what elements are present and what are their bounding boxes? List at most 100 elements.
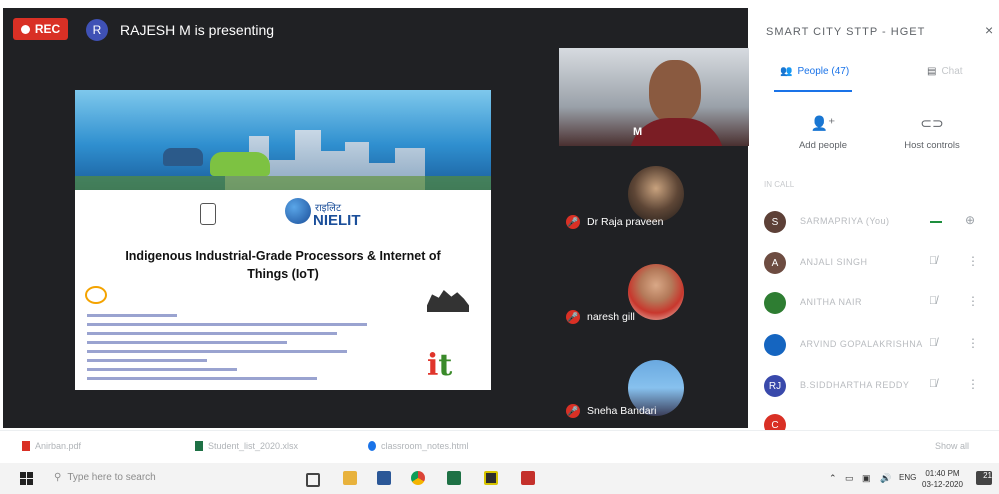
clock-date: 03-12-2020: [922, 480, 963, 489]
task-view-icon[interactable]: [306, 473, 320, 487]
vehicle-graphic: [163, 148, 203, 166]
download-filename: Anirban.pdf: [35, 441, 82, 451]
mic-off-icon: 🎙̸: [929, 337, 938, 349]
search-icon: ⚲: [54, 472, 62, 483]
host-controls-button[interactable]: ⊂⊃ Host controls: [887, 115, 977, 151]
slide-title-line2: Things (IoT): [247, 267, 319, 281]
network-icon[interactable]: ▣: [862, 473, 871, 484]
presentation-stage: REC R RAJESH M is presenting राइलिट NIEL…: [3, 8, 749, 428]
panel-title: SMART CITY STTP - HGET: [766, 26, 926, 38]
participant-row[interactable]: A ANJALI SINGH 🎙̸ ⋮: [752, 248, 999, 278]
slide-title: Indigenous Industrial-Grade Processors &…: [75, 247, 491, 283]
participant-avatar-naresh[interactable]: [628, 264, 684, 320]
nielit-logo-icon: [285, 198, 311, 224]
avatar: [764, 292, 786, 314]
more-options-icon[interactable]: ⋮: [967, 294, 979, 308]
digital-india-logo-icon: [85, 286, 107, 304]
clock-time: 01:40 PM: [925, 469, 960, 478]
tile-name-naresh: naresh gill: [587, 311, 635, 323]
mic-off-icon: 🎤: [566, 310, 580, 324]
volume-icon[interactable]: 🔊: [880, 473, 891, 484]
participant-row[interactable]: RJ B.SIDDHARTHA REDDY 🎙̸ ⋮: [752, 371, 999, 401]
section-label: IN CALL: [764, 180, 795, 189]
tile-label-m: M: [633, 126, 643, 138]
participant-name: ANITHA NAIR: [800, 297, 863, 307]
add-people-label: Add people: [798, 140, 848, 151]
participant-name: ARVIND GOPALAKRISHNA: [800, 339, 923, 349]
mic-off-icon: 🎤: [566, 215, 580, 229]
tile-name-sneha: Sneha Bandari: [587, 405, 657, 417]
tile-name-raja: Dr Raja praveen: [587, 216, 664, 228]
download-filename: classroom_notes.html: [381, 441, 469, 451]
participant-row[interactable]: ANITHA NAIR 🎙̸ ⋮: [752, 288, 999, 318]
chrome-file-icon: [368, 441, 376, 451]
people-icon: 👥: [780, 66, 793, 77]
acrobat-icon[interactable]: [521, 471, 535, 485]
download-item[interactable]: Anirban.pdf: [22, 441, 81, 451]
excel-icon[interactable]: [447, 471, 461, 485]
it-logo: it: [427, 348, 453, 383]
national-emblem-icon: [200, 203, 216, 225]
tab-people[interactable]: 👥 People (47): [780, 66, 849, 77]
side-panel: SMART CITY STTP - HGET × 👥 People (47) ▤…: [752, 0, 999, 430]
chrome-icon[interactable]: [411, 471, 425, 485]
downloads-bar: Anirban.pdf Student_list_2020.xlsx class…: [0, 430, 999, 464]
notifications-icon[interactable]: 21: [976, 471, 992, 485]
record-dot-icon: [20, 24, 30, 34]
participant-avatar-raja[interactable]: [628, 166, 684, 222]
more-options-icon[interactable]: ⋮: [967, 254, 979, 268]
windows-start-icon[interactable]: [20, 472, 33, 485]
slide-title-line1: Indigenous Industrial-Grade Processors &…: [125, 249, 441, 263]
pdf-file-icon: [22, 441, 30, 451]
video-tile-self[interactable]: [559, 48, 749, 146]
language-indicator[interactable]: ENG: [899, 473, 916, 482]
meet-window: REC R RAJESH M is presenting राइलिट NIEL…: [0, 0, 999, 430]
battery-icon[interactable]: ▭: [845, 473, 854, 484]
file-explorer-icon[interactable]: [343, 471, 357, 485]
avatar: [764, 334, 786, 356]
toggle-icon: ⊂⊃: [920, 115, 944, 131]
avatar: RJ: [764, 375, 786, 397]
add-people-button[interactable]: 👤⁺ Add people: [778, 115, 868, 151]
mic-off-icon: 🎙̸: [929, 378, 938, 390]
notification-count: 21: [983, 471, 992, 480]
participant-row[interactable]: S SARMAPRIYA (You) ⊕: [752, 207, 999, 237]
chevron-up-icon[interactable]: ⌃: [829, 473, 837, 484]
download-item[interactable]: classroom_notes.html: [368, 441, 469, 451]
slide-banner-image: [75, 90, 491, 190]
car-graphic: [210, 152, 270, 176]
mic-off-icon: 🎤: [566, 404, 580, 418]
avatar: C: [764, 414, 786, 430]
taskbar-search[interactable]: ⚲ Type here to search: [54, 472, 156, 483]
more-options-icon[interactable]: ⋮: [967, 336, 979, 350]
add-person-icon: 👤⁺: [810, 115, 836, 131]
taskbar-clock[interactable]: 01:40 PM 03-12-2020: [922, 468, 963, 490]
participant-name: SARMAPRIYA (You): [800, 216, 890, 226]
presenter-status: RAJESH M is presenting: [120, 22, 275, 38]
shared-slide: राइलिट NIELIT Indigenous Industrial-Grad…: [75, 90, 491, 390]
download-item[interactable]: Student_list_2020.xlsx: [195, 441, 298, 451]
show-all-link[interactable]: Show all: [935, 441, 969, 451]
participant-row[interactable]: C: [752, 410, 999, 430]
participant-row[interactable]: ARVIND GOPALAKRISHNA 🎙̸ ⋮: [752, 330, 999, 360]
recording-badge: REC: [13, 18, 68, 40]
sticky-notes-icon[interactable]: [484, 471, 498, 485]
participant-video: [649, 60, 701, 124]
org-name: NIELIT: [313, 212, 361, 229]
avatar: S: [764, 211, 786, 233]
mic-off-icon: 🎙̸: [929, 255, 938, 267]
more-options-icon[interactable]: ⋮: [967, 377, 979, 391]
audio-level-icon: [930, 221, 942, 223]
participant-name: ANJALI SINGH: [800, 257, 868, 267]
slide-body-text: [87, 314, 177, 317]
pin-icon[interactable]: ⊕: [965, 213, 975, 227]
active-tab-indicator: [774, 90, 852, 92]
windows-taskbar: ⚲ Type here to search ⌃ ▭ ▣ 🔊 ENG 01:40 …: [0, 463, 999, 494]
participant-name: B.SIDDHARTHA REDDY: [800, 380, 910, 390]
avatar: A: [764, 252, 786, 274]
tab-chat[interactable]: ▤ Chat: [927, 66, 963, 77]
close-icon[interactable]: ×: [985, 22, 993, 38]
host-controls-label: Host controls: [904, 140, 960, 151]
excel-file-icon: [195, 441, 203, 451]
store-icon[interactable]: [377, 471, 391, 485]
